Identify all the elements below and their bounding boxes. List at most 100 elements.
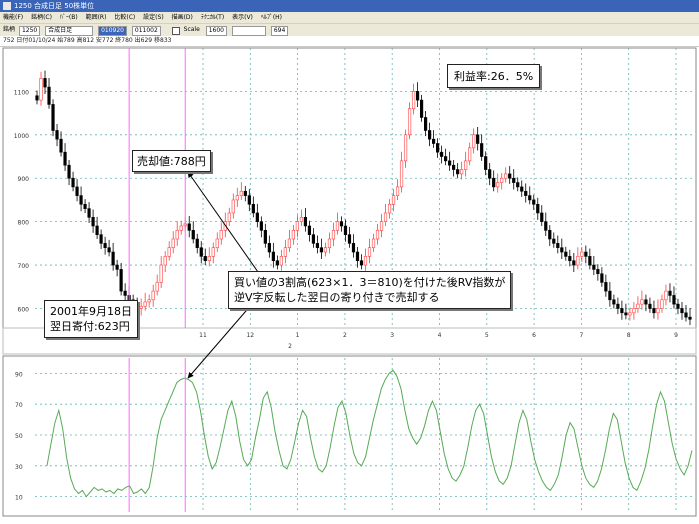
candle-body: [556, 243, 560, 248]
candle-body: [684, 312, 688, 318]
month-tick-label: 4: [438, 332, 442, 339]
candle-body: [319, 247, 324, 253]
rv-tick-label: 50: [15, 433, 23, 440]
candle-body: [175, 230, 179, 240]
candle-body: [532, 199, 536, 205]
candle-body: [640, 299, 644, 305]
candle-body: [291, 230, 295, 240]
candle-body: [580, 251, 584, 257]
candle-body: [219, 230, 223, 240]
candle-body: [339, 221, 344, 227]
candle-body: [407, 108, 412, 136]
candle-body: [91, 217, 95, 227]
candle-body: [500, 177, 504, 183]
candle-body: [79, 195, 83, 205]
candle-body: [147, 299, 151, 303]
candle-body: [472, 134, 476, 149]
price-tick-label: 1100: [14, 89, 29, 96]
profit-rate-label: 利益率:26．5%: [447, 64, 541, 88]
candle-body: [616, 303, 620, 309]
candle-body: [275, 260, 279, 266]
candle-body: [111, 251, 115, 266]
candle-body: [267, 243, 271, 253]
candle-body: [512, 177, 516, 183]
candle-body: [299, 217, 304, 222]
buy-date-label: 2001年9月18日 翌日寄付:623円: [44, 300, 138, 338]
candle-body: [524, 190, 528, 196]
candle-body: [664, 290, 668, 301]
month-tick-label: 11: [199, 332, 207, 339]
candle-body: [151, 290, 155, 301]
candle-body: [552, 238, 556, 244]
month-tick-label: 5: [485, 332, 489, 339]
candle-body: [311, 234, 316, 244]
candle-body: [59, 138, 63, 153]
candle-body: [668, 290, 672, 296]
candle-body: [355, 251, 360, 262]
price-tick-label: 800: [18, 220, 30, 227]
candle-body: [351, 243, 356, 253]
candle-body: [496, 182, 500, 188]
candle-body: [35, 95, 39, 101]
candle-body: [468, 147, 472, 162]
candle-body: [536, 203, 540, 214]
candle-body: [632, 308, 636, 314]
candle-body: [560, 247, 564, 253]
month-tick-label: 8: [627, 332, 631, 339]
candle-body: [343, 225, 348, 235]
candle-body: [588, 256, 592, 266]
candle-body: [75, 186, 79, 196]
candle-body: [444, 156, 448, 162]
candle-body: [436, 143, 440, 153]
candle-body: [171, 238, 175, 248]
candle-body: [452, 164, 456, 170]
candle-body: [564, 251, 568, 257]
candle-body: [604, 282, 608, 292]
candle-body: [55, 130, 59, 140]
candle-body: [239, 190, 243, 196]
price-tick-label: 700: [18, 263, 30, 270]
candle-body: [195, 238, 199, 248]
candle-body: [652, 308, 656, 314]
candle-body: [103, 243, 107, 248]
candle-body: [656, 308, 660, 314]
month-tick-label: 1: [296, 332, 300, 339]
candle-body: [464, 160, 468, 170]
candle-body: [255, 212, 259, 222]
candle-body: [504, 173, 508, 179]
month-tick-label: 3: [390, 332, 394, 339]
candle-body: [347, 234, 352, 244]
candle-body: [163, 256, 167, 266]
sell-price-label: 売却値:788円: [132, 150, 211, 172]
rv-index-panel: 10 30 50 70 90: [2, 355, 697, 517]
month-tick-label: 12: [246, 332, 254, 339]
candle-body: [688, 316, 692, 320]
candle-body: [323, 247, 328, 253]
candle-body: [544, 221, 548, 231]
candle-body: [83, 203, 87, 209]
candle-body: [39, 78, 43, 101]
price-tick-label: 900: [18, 176, 30, 183]
candle-body: [367, 247, 372, 257]
candle-body: [399, 160, 404, 188]
candle-body: [548, 230, 552, 240]
candle-body: [295, 221, 299, 231]
candle-body: [612, 299, 616, 305]
candle-body: [375, 230, 380, 240]
candle-body: [263, 230, 267, 244]
candle-body: [247, 195, 251, 205]
candle-body: [432, 138, 436, 144]
year-sub-label: 2: [288, 343, 292, 350]
candle-body: [403, 134, 408, 162]
candle-body: [492, 177, 496, 188]
candle-body: [199, 247, 203, 257]
candle-body: [484, 156, 488, 170]
candle-body: [287, 238, 291, 248]
candle-body: [211, 247, 215, 257]
candle-body: [155, 282, 159, 292]
candle-body: [63, 151, 67, 166]
candle-body: [391, 195, 396, 205]
candle-body: [315, 243, 320, 248]
candle-body: [600, 273, 604, 283]
candle-body: [259, 221, 263, 231]
